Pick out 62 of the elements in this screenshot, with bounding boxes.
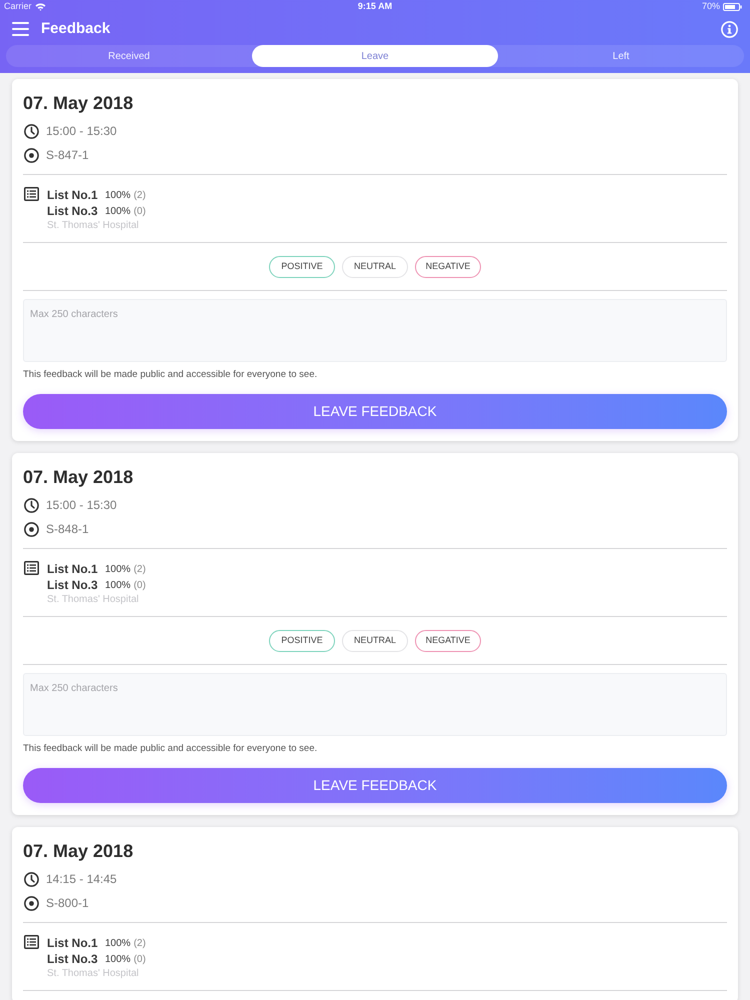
time-range: 14:15 - 14:45 bbox=[46, 871, 117, 888]
clock-icon bbox=[24, 872, 39, 886]
list-count: (2) bbox=[134, 936, 146, 950]
room-code: S-800-1 bbox=[46, 895, 89, 912]
list-name: List No.3 bbox=[47, 951, 99, 968]
hospital-name: St. Thomas' Hospital bbox=[47, 967, 140, 981]
list-count: (0) bbox=[134, 578, 146, 592]
rating-chip[interactable]: NEGATIVE bbox=[415, 256, 481, 278]
list-name: List No.1 bbox=[47, 187, 99, 204]
date-heading: 07. May 2018 bbox=[23, 466, 134, 489]
menu-button[interactable] bbox=[11, 21, 29, 37]
battery-percent: 70% bbox=[702, 0, 720, 14]
list-percent: 100% bbox=[105, 578, 131, 592]
list-icon bbox=[24, 935, 39, 949]
rating-chip[interactable]: NEUTRAL bbox=[342, 630, 408, 652]
hospital-name: St. Thomas' Hospital bbox=[47, 219, 140, 233]
room-code: S-847-1 bbox=[46, 147, 89, 164]
clock-time: 9:15 AM bbox=[358, 0, 392, 14]
list-count: (0) bbox=[134, 952, 146, 966]
carrier-label: Carrier bbox=[4, 0, 32, 14]
date-heading: 07. May 2018 bbox=[23, 92, 134, 115]
clock-icon bbox=[24, 124, 39, 138]
hospital-name: St. Thomas' Hospital bbox=[47, 593, 140, 607]
list-icon bbox=[24, 561, 39, 575]
target-icon bbox=[24, 522, 39, 536]
rating-chip[interactable]: NEGATIVE bbox=[415, 630, 481, 652]
leave-feedback-button[interactable]: LEAVE FEEDBACK bbox=[23, 768, 727, 803]
rating-chip[interactable]: POSITIVE bbox=[269, 256, 335, 278]
list-percent: 100% bbox=[105, 952, 131, 966]
tab[interactable]: Leave bbox=[252, 45, 498, 67]
room-code: S-848-1 bbox=[46, 521, 89, 538]
clock-icon bbox=[24, 498, 39, 512]
info-button[interactable] bbox=[721, 20, 738, 38]
list-percent: 100% bbox=[105, 188, 131, 202]
page-title: Feedback bbox=[41, 18, 110, 39]
list-name: List No.3 bbox=[47, 203, 99, 220]
target-icon bbox=[24, 896, 39, 910]
list-count: (0) bbox=[134, 204, 146, 218]
list-name: List No.3 bbox=[47, 577, 99, 594]
time-range: 15:00 - 15:30 bbox=[46, 123, 117, 140]
wifi-icon bbox=[34, 3, 46, 11]
public-notice: This feedback will be made public and accessible for everyone to see. bbox=[23, 368, 318, 382]
menu-icon bbox=[12, 22, 28, 36]
list-count: (2) bbox=[134, 188, 146, 202]
list-name: List No.1 bbox=[47, 561, 99, 578]
leave-feedback-button[interactable]: LEAVE FEEDBACK bbox=[23, 394, 727, 429]
public-notice: This feedback will be made public and accessible for everyone to see. bbox=[23, 742, 318, 756]
date-heading: 07. May 2018 bbox=[23, 840, 134, 863]
rating-chip[interactable]: POSITIVE bbox=[269, 630, 335, 652]
list-percent: 100% bbox=[105, 936, 131, 950]
list-count: (2) bbox=[134, 562, 146, 576]
battery-icon bbox=[723, 3, 742, 11]
list-percent: 100% bbox=[105, 562, 131, 576]
list-name: List No.1 bbox=[47, 935, 99, 952]
time-range: 15:00 - 15:30 bbox=[46, 497, 117, 514]
rating-chip[interactable]: NEUTRAL bbox=[342, 256, 408, 278]
list-icon bbox=[24, 187, 39, 201]
comment-field[interactable]: Max 250 characters bbox=[23, 673, 727, 736]
info-icon bbox=[721, 20, 738, 38]
target-icon bbox=[24, 148, 39, 162]
list-percent: 100% bbox=[105, 204, 131, 218]
comment-field[interactable]: Max 250 characters bbox=[23, 299, 727, 362]
